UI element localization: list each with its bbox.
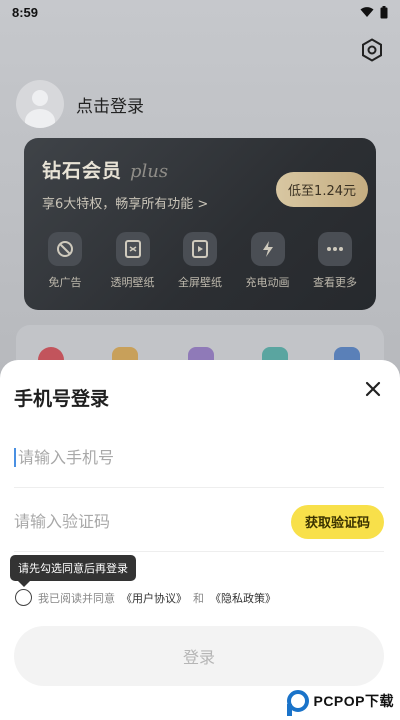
feature-label: 透明壁纸 <box>110 276 155 289</box>
wifi-icon <box>360 7 374 17</box>
avatar[interactable] <box>16 80 64 128</box>
feature-see-more[interactable]: 查看更多 <box>302 232 368 290</box>
status-bar: 8:59 <box>0 0 400 24</box>
vip-title-text: 钻石会员 <box>42 160 123 182</box>
feature-charging-animation[interactable]: 充电动画 <box>235 232 301 290</box>
feature-transparent-wallpaper[interactable]: 透明壁纸 <box>100 232 166 290</box>
login-prompt[interactable]: 点击登录 <box>76 92 144 117</box>
feature-no-ads[interactable]: 免广告 <box>32 232 98 290</box>
watermark: PCPOP下载 <box>287 690 394 716</box>
code-field-row: 获取验证码 <box>14 492 384 552</box>
sheet-title: 手机号登录 <box>14 388 110 410</box>
pcpop-logo-icon <box>287 690 310 716</box>
feature-label: 免广告 <box>48 276 82 289</box>
feature-label: 全屏壁纸 <box>178 276 222 289</box>
get-code-button[interactable]: 获取验证码 <box>290 504 384 539</box>
feature-fullscreen-wallpaper[interactable]: 全屏壁纸 <box>167 232 233 290</box>
login-button[interactable]: 登录 <box>14 626 384 686</box>
vip-card[interactable]: 钻石会员 plus 享6大特权，畅享所有功能 > 低至1.24元 免广告 透明壁… <box>24 138 376 310</box>
transparent-wallpaper-icon <box>115 232 150 266</box>
vip-price-badge[interactable]: 低至1.24元 <box>276 172 368 207</box>
charging-bolt-icon <box>250 232 285 266</box>
vip-features: 免广告 透明壁纸 全屏壁纸 充电动画 查看更多 <box>32 232 368 290</box>
agree-checkbox[interactable] <box>15 589 32 606</box>
phone-field-row <box>14 428 384 488</box>
feature-label: 充电动画 <box>245 276 290 289</box>
phone-input[interactable] <box>14 448 384 467</box>
agree-tooltip: 请先勾选同意后再登录 <box>10 555 136 587</box>
battery-icon <box>380 5 388 18</box>
settings-gear-icon[interactable] <box>360 38 384 62</box>
agreement-row: 我已阅读并同意 《用户协议》 和 《隐私政策》 <box>15 589 276 606</box>
watermark-text: PCPOP下载 <box>313 693 394 709</box>
login-sheet: 手机号登录 获取验证码 请先勾选同意后再登录 我已阅读并同意 《用户协议》 和 … <box>0 360 400 720</box>
privacy-policy-link[interactable]: 《隐私政策》 <box>210 590 276 606</box>
more-dots-icon <box>318 232 352 266</box>
feature-label: 查看更多 <box>313 276 357 289</box>
agree-prefix: 我已阅读并同意 <box>38 591 115 605</box>
vip-plus-label: plus <box>130 161 169 182</box>
profile-row[interactable]: 点击登录 <box>16 80 144 128</box>
agree-and: 和 <box>193 591 204 605</box>
fullscreen-wallpaper-icon <box>183 232 217 266</box>
status-time: 8:59 <box>12 4 39 20</box>
verification-code-input[interactable] <box>14 512 291 531</box>
no-ads-icon <box>48 232 82 266</box>
close-icon[interactable] <box>362 378 384 400</box>
status-icons <box>360 5 388 19</box>
user-agreement-link[interactable]: 《用户协议》 <box>121 590 187 606</box>
